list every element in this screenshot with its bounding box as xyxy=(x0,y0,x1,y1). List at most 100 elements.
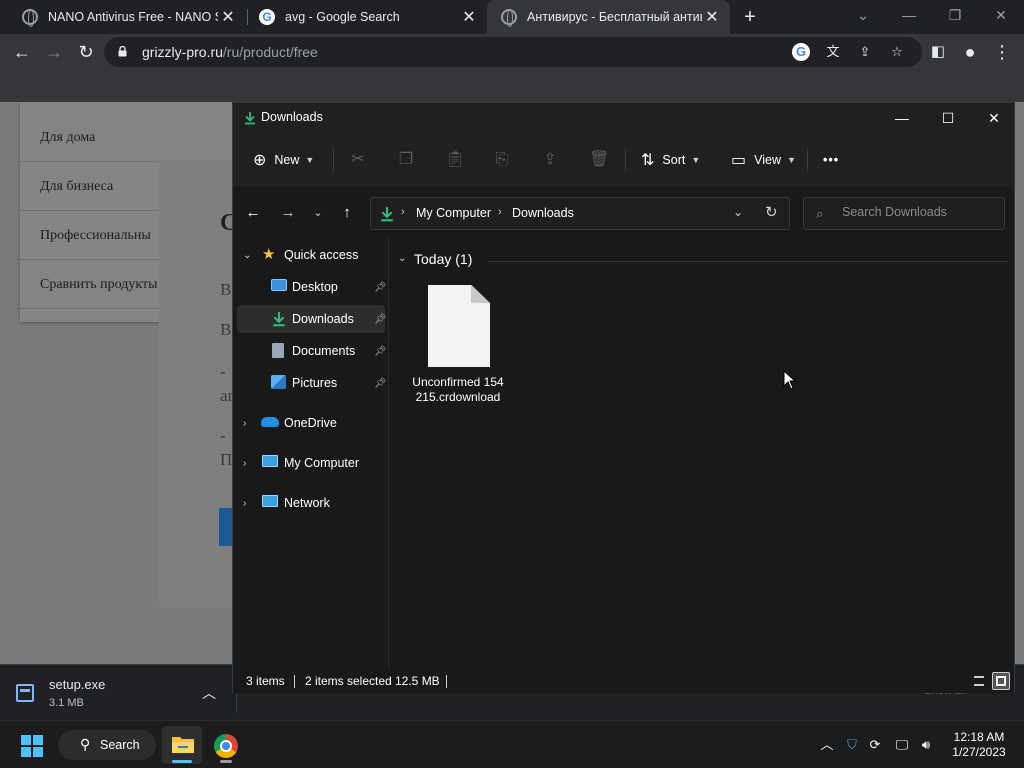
file-item[interactable]: Unconfirmed 154215.crdownload xyxy=(410,283,506,423)
defender-shield-icon[interactable]: ⛉ xyxy=(844,737,860,753)
browser-tab-google[interactable]: G avg - Google Search ✕ xyxy=(245,0,487,34)
menu-kebab-icon[interactable]: ⋮ xyxy=(990,40,1014,64)
sort-label: Sort xyxy=(662,153,686,167)
taskbar-chrome[interactable] xyxy=(206,726,246,764)
breadcrumb-downloads[interactable]: Downloads xyxy=(512,206,574,220)
more-options-button[interactable]: ••• xyxy=(823,148,839,172)
google-icon: G xyxy=(259,9,275,25)
view-label: View xyxy=(754,153,781,167)
windows-taskbar: ⚲ Search ︿ ⛉ ⟳ 🖵︎ 🔊︎ 12:18 AM 1/27/2023 xyxy=(0,720,1024,768)
explorer-search-box[interactable]: ⌕ xyxy=(803,197,1005,230)
nav-network[interactable]: › Network xyxy=(233,489,389,517)
sort-icon: ⇅ xyxy=(641,152,655,169)
chevron-up-icon[interactable]: ︿ xyxy=(202,683,216,703)
google-lens-icon[interactable]: G xyxy=(792,43,810,61)
minimize-icon[interactable]: — xyxy=(879,103,925,133)
page-text-fragment: B xyxy=(220,280,232,299)
lock-icon xyxy=(118,46,127,57)
profile-icon[interactable]: ● xyxy=(958,40,982,64)
new-tab-button[interactable]: + xyxy=(738,4,762,30)
close-tab-icon[interactable]: ✕ xyxy=(218,7,238,27)
tiles-view-button[interactable] xyxy=(992,672,1010,690)
mouse-cursor-icon xyxy=(783,370,797,390)
copy-icon[interactable]: ❐ xyxy=(397,151,415,169)
chevron-down-icon[interactable]: ⌄ xyxy=(733,205,743,219)
browser-tab-antivirus[interactable]: Антивирус - Бесплатный антив ✕ xyxy=(487,0,730,34)
nav-documents[interactable]: Documents 📌︎ xyxy=(233,337,389,365)
translate-icon[interactable]: 文 xyxy=(824,43,842,61)
back-icon[interactable]: ← xyxy=(243,203,263,223)
tab-title: NANO Antivirus Free - NANO Se xyxy=(48,10,218,24)
nav-pictures[interactable]: Pictures 📌︎ xyxy=(233,369,389,397)
maximize-icon[interactable]: ☐ xyxy=(925,103,971,133)
details-view-button[interactable] xyxy=(970,672,988,690)
search-input[interactable] xyxy=(842,205,992,219)
new-button[interactable]: ⊕ New ▼ xyxy=(253,148,314,172)
recent-locations-icon[interactable]: ⌄ xyxy=(308,203,328,223)
browser-tab-nano[interactable]: NANO Antivirus Free - NANO Se ✕ xyxy=(8,0,246,34)
restore-icon[interactable]: ❐ xyxy=(932,0,978,30)
nav-downloads[interactable]: Downloads 📌︎ xyxy=(237,305,387,333)
minimize-icon[interactable]: — xyxy=(886,0,932,30)
close-tab-icon[interactable]: ✕ xyxy=(459,7,479,27)
up-icon[interactable]: ↑ xyxy=(337,203,357,223)
active-app-indicator xyxy=(172,760,192,763)
sort-button[interactable]: ⇅ Sort ▼ xyxy=(641,148,700,172)
taskbar-search-label: Search xyxy=(100,738,140,752)
explorer-titlebar[interactable]: Downloads — ☐ ✕ xyxy=(233,103,1014,133)
nav-onedrive[interactable]: › OneDrive xyxy=(233,409,389,437)
view-button[interactable]: ▭ View ▼ xyxy=(731,148,796,172)
nav-label: Quick access xyxy=(284,248,359,262)
share-icon[interactable]: ⇪ xyxy=(856,43,874,61)
group-header[interactable]: ⌄ Today (1) xyxy=(398,251,1008,271)
new-label: New xyxy=(274,153,300,167)
chevron-right-icon: › xyxy=(498,206,502,218)
taskbar-search-button[interactable]: ⚲ Search xyxy=(58,730,156,760)
sync-alert-icon[interactable]: ⟳ xyxy=(867,737,883,753)
back-icon[interactable]: ← xyxy=(10,40,34,64)
folder-icon xyxy=(172,737,194,753)
close-window-icon[interactable]: ✕ xyxy=(978,0,1024,30)
close-tab-icon[interactable]: ✕ xyxy=(702,7,722,27)
forward-icon[interactable]: → xyxy=(278,203,298,223)
tab-title: Антивирус - Бесплатный антив xyxy=(527,10,702,24)
command-divider xyxy=(333,149,334,171)
nav-my-computer[interactable]: › My Computer xyxy=(233,449,389,477)
volume-icon[interactable]: 🔊︎ xyxy=(918,737,934,753)
nav-label: OneDrive xyxy=(284,416,337,430)
paste-icon[interactable]: 📋︎ xyxy=(445,151,465,169)
bookmark-star-icon[interactable]: ☆ xyxy=(888,43,906,61)
forward-icon[interactable]: → xyxy=(42,40,66,64)
url-text: grizzly-pro.ru/ru/product/free xyxy=(142,44,318,60)
tab-title: avg - Google Search xyxy=(285,10,400,24)
breadcrumb-my-computer[interactable]: My Computer xyxy=(416,206,491,220)
rename-icon[interactable]: ⎘ xyxy=(493,151,511,169)
download-file-name[interactable]: setup.exe xyxy=(49,677,105,692)
nav-desktop[interactable]: Desktop 📌︎ xyxy=(233,273,389,301)
nav-quick-access[interactable]: ⌄ ★ Quick access xyxy=(233,241,389,269)
taskbar-file-explorer[interactable] xyxy=(162,726,202,764)
file-list-pane[interactable]: ⌄ Today (1) Unconfirmed 154215.crdownloa… xyxy=(390,237,1014,669)
windows-start-icon[interactable] xyxy=(21,735,43,757)
close-window-icon[interactable]: ✕ xyxy=(971,103,1017,133)
page-text-fragment: - xyxy=(220,426,226,445)
star-icon: ★ xyxy=(262,246,276,263)
address-row: ← → ⌄ ↑ › My Computer › Downloads ⌄ ↻ ⌕ xyxy=(233,187,1014,237)
delete-icon[interactable]: 🗑︎ xyxy=(589,151,609,169)
explorer-title: Downloads xyxy=(261,110,323,124)
status-divider xyxy=(294,675,295,688)
reload-icon[interactable]: ↻ xyxy=(74,40,98,64)
show-hidden-icons-chevron-icon[interactable]: ︿ xyxy=(819,737,835,753)
selection-size: 12.5 MB xyxy=(395,674,440,688)
menu-item-home[interactable]: Для дома xyxy=(20,102,238,162)
explorer-address-bar[interactable]: › My Computer › Downloads ⌄ ↻ xyxy=(370,197,790,230)
taskbar-clock[interactable]: 12:18 AM 1/27/2023 xyxy=(942,730,1016,760)
refresh-icon[interactable]: ↻ xyxy=(765,203,778,221)
chevron-right-icon: › xyxy=(243,417,247,429)
address-bar[interactable]: grizzly-pro.ru/ru/product/free G 文 ⇪ ☆ xyxy=(104,37,922,67)
side-panel-icon[interactable]: ◧ xyxy=(926,40,950,64)
network-tray-icon[interactable]: 🖵︎ xyxy=(894,737,910,753)
cut-icon[interactable]: ✂ xyxy=(349,151,367,169)
share-icon[interactable]: ⇪ xyxy=(541,151,559,169)
tab-search-icon[interactable]: ⌄ xyxy=(840,0,886,30)
